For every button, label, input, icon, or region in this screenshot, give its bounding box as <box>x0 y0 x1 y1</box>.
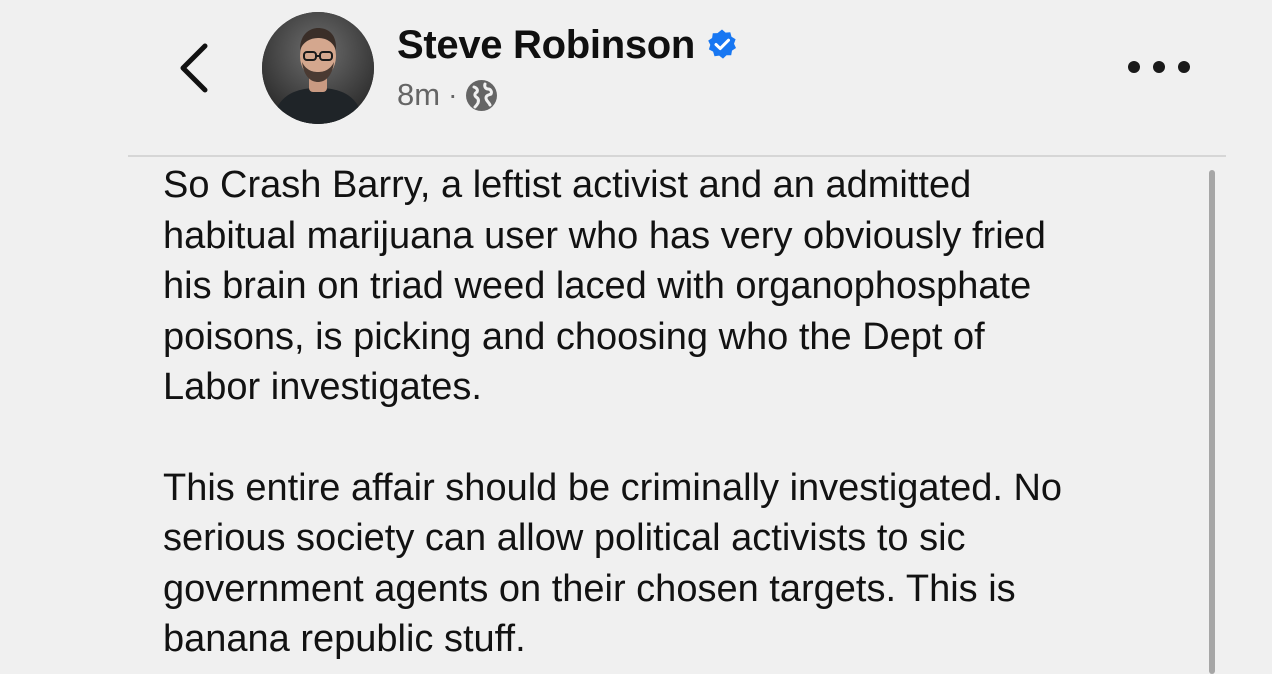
verified-badge-icon <box>708 29 737 59</box>
more-options-dot <box>1178 61 1190 73</box>
author-name-link[interactable]: Steve Robinson <box>397 20 739 70</box>
back-button[interactable] <box>168 38 224 98</box>
avatar[interactable] <box>262 12 374 124</box>
more-options-dot <box>1128 61 1140 73</box>
post-paragraph: So Crash Barry, a leftist activist and a… <box>163 164 1046 408</box>
meta-separator: · <box>448 79 458 110</box>
post-timestamp[interactable]: 8m <box>397 77 440 113</box>
post-body: So Crash Barry, a leftist activist and a… <box>163 160 1203 665</box>
chevron-left-icon <box>180 43 208 93</box>
scrollbar[interactable] <box>1209 170 1215 674</box>
globe-icon[interactable] <box>465 79 498 112</box>
header-divider <box>128 155 1226 157</box>
more-options-dot <box>1153 61 1165 73</box>
avatar-photo <box>262 12 374 124</box>
author-name: Steve Robinson <box>397 22 696 67</box>
post-meta: 8m · <box>397 74 498 116</box>
post-paragraph: This entire affair should be criminally … <box>163 466 1063 661</box>
more-options-button[interactable] <box>1128 52 1190 82</box>
